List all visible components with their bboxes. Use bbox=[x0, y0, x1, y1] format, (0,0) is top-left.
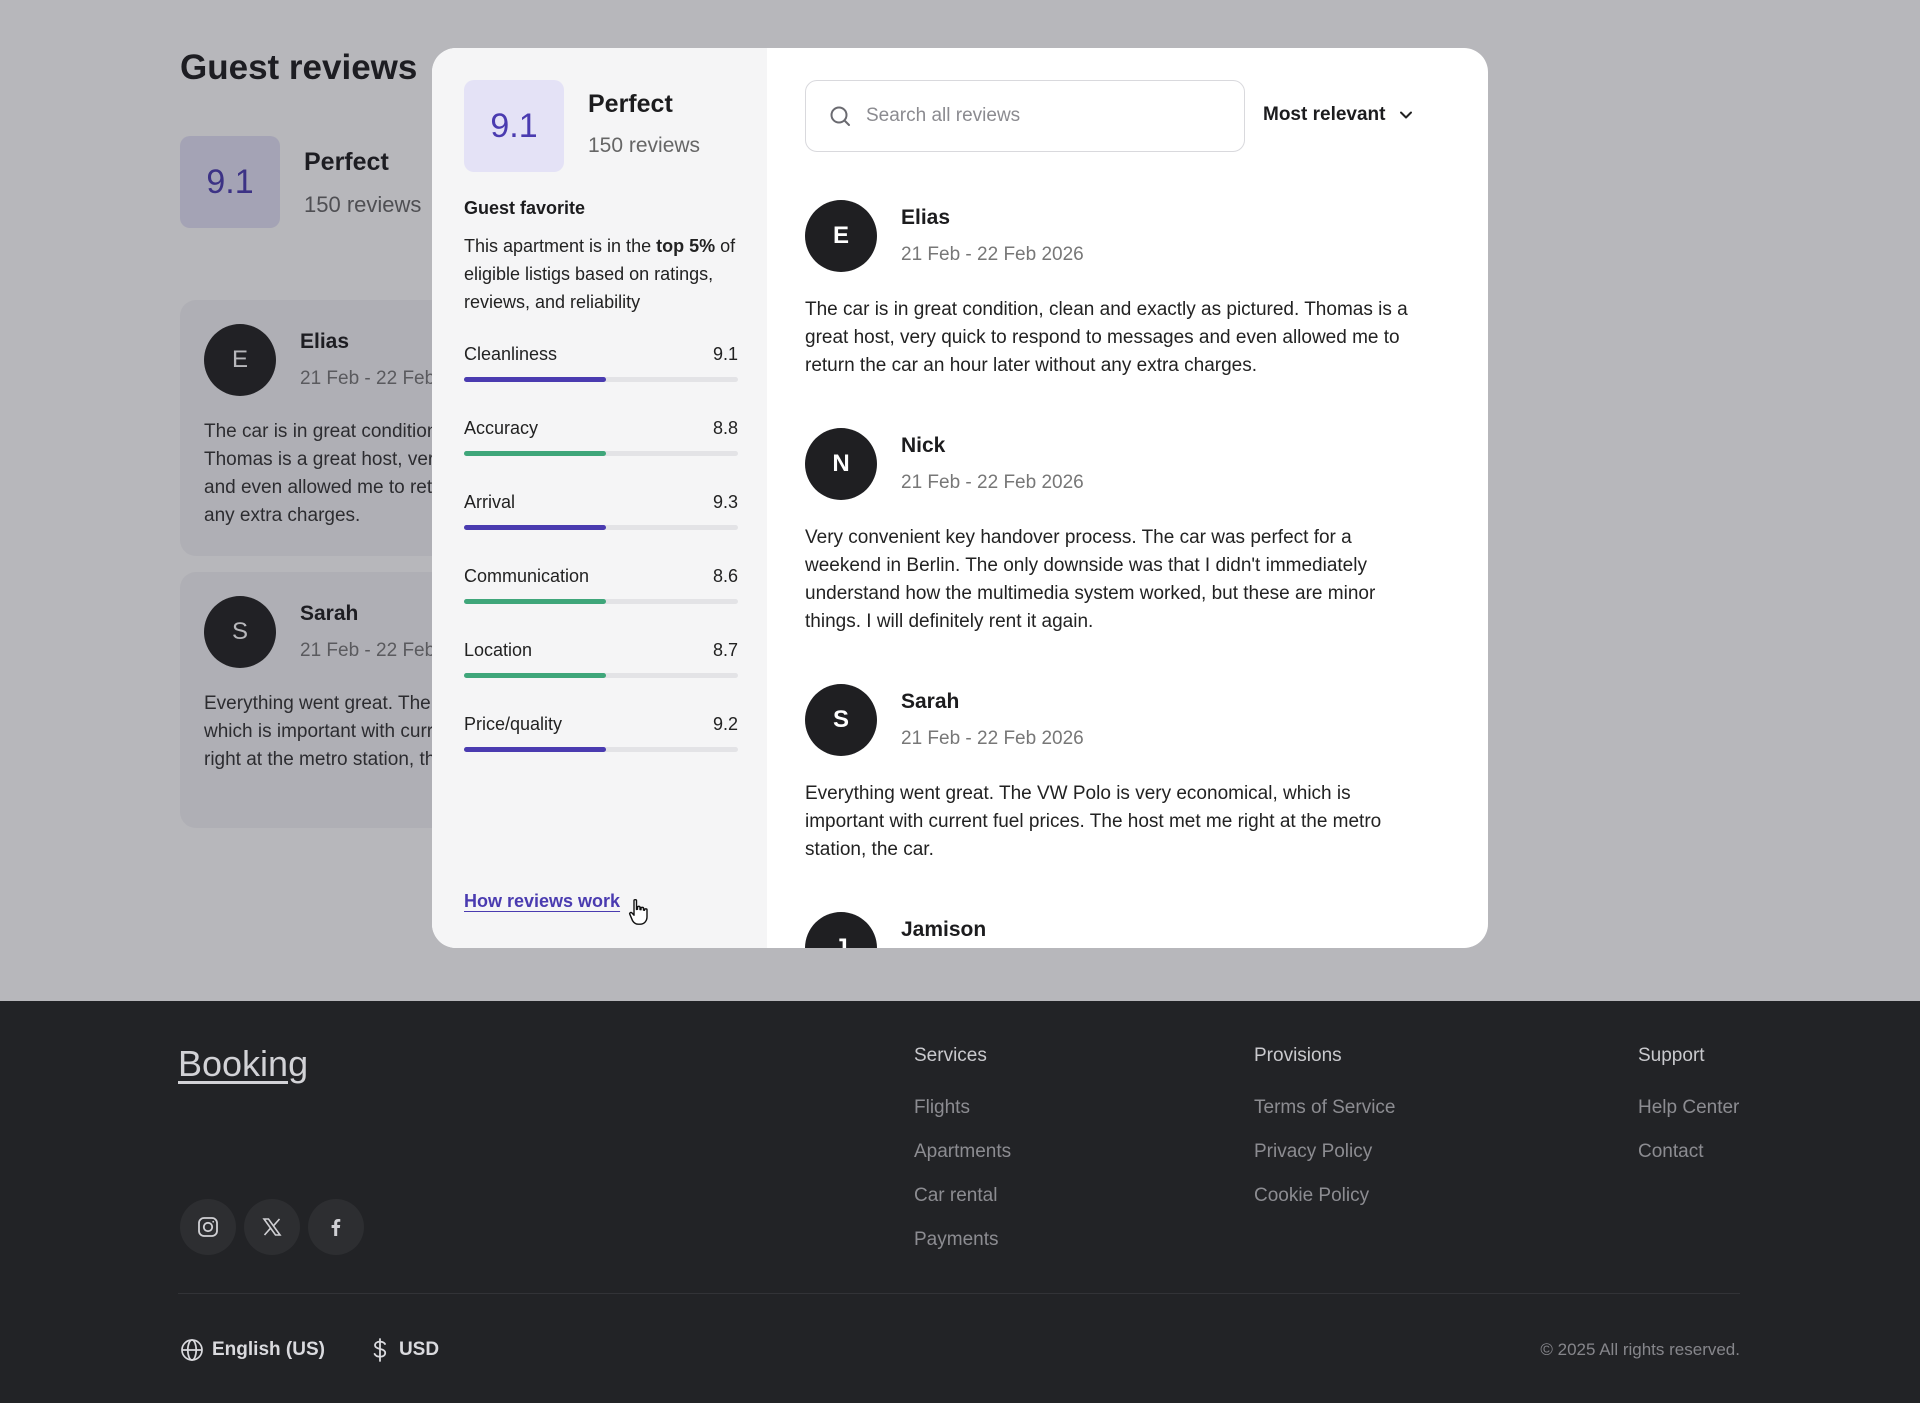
rating-bar bbox=[464, 451, 738, 456]
rating-label: Perfect bbox=[588, 90, 673, 118]
rating-value: 8.6 bbox=[712, 566, 738, 586]
rating-bar-fill bbox=[464, 525, 607, 530]
footer-column-provisions: Provisions Terms of Service Privacy Poli… bbox=[1254, 1045, 1395, 1229]
copyright: © 2025 All rights reserved. bbox=[1540, 1340, 1740, 1359]
footer-heading: Provisions bbox=[1254, 1045, 1342, 1066]
rating-value: 9.1 bbox=[712, 344, 738, 364]
guest-favorite-description: This apartment is in the top 5% of eligi… bbox=[464, 236, 736, 312]
language-selector[interactable]: English (US) bbox=[180, 1338, 325, 1362]
review-text: Everything went great. The VW Polo is ve… bbox=[805, 783, 1382, 860]
rating-row: Communication 8.6 bbox=[464, 566, 738, 640]
currency-label: USD bbox=[398, 1339, 440, 1360]
instagram-button[interactable] bbox=[180, 1199, 236, 1255]
footer-link[interactable]: Contact bbox=[1638, 1141, 1739, 1165]
how-reviews-work-link[interactable]: How reviews work bbox=[464, 891, 620, 912]
logo[interactable]: Booking bbox=[178, 1043, 308, 1085]
avatar: E bbox=[805, 200, 877, 272]
review-text: Very convenient key handover process. Th… bbox=[805, 527, 1376, 632]
rating-category: Communication bbox=[464, 566, 590, 586]
footer-column-support: Support Help Center Contact bbox=[1638, 1045, 1739, 1185]
rating-value: 9.2 bbox=[712, 714, 738, 734]
footer-heading: Services bbox=[914, 1045, 987, 1066]
locale-settings: English (US) USD bbox=[180, 1338, 439, 1362]
score-badge: 9.1 bbox=[464, 80, 564, 172]
rating-bar bbox=[464, 377, 738, 382]
avatar: N bbox=[805, 428, 877, 500]
rating-row: Location 8.7 bbox=[464, 640, 738, 714]
instagram-icon bbox=[198, 1217, 218, 1237]
language-label: English (US) bbox=[212, 1339, 325, 1360]
rating-bar-fill bbox=[464, 599, 607, 604]
sort-label: Most relevant bbox=[1263, 104, 1386, 125]
reviews-pane: Most relevant E Elias 21 Feb - 22 Feb 20… bbox=[767, 48, 1488, 948]
avatar: S bbox=[805, 684, 877, 756]
rating-value: 8.8 bbox=[712, 418, 738, 438]
rating-bar bbox=[464, 747, 738, 752]
rating-bar-fill bbox=[464, 451, 607, 456]
footer-link[interactable]: Cookie Policy bbox=[1254, 1185, 1395, 1209]
reviewer-name: Elias bbox=[901, 206, 951, 229]
chevron-down-icon bbox=[1400, 111, 1413, 119]
rating-bar-fill bbox=[464, 673, 607, 678]
globe-icon bbox=[181, 1339, 203, 1361]
rating-row: Price/quality 9.2 bbox=[464, 714, 738, 788]
review-date: 21 Feb - 22 Feb 2026 bbox=[901, 728, 1084, 749]
dollar-icon bbox=[373, 1338, 387, 1362]
avatar: J bbox=[805, 912, 877, 948]
rating-category: Price/quality bbox=[464, 714, 563, 734]
social-links bbox=[180, 1199, 364, 1255]
pointer-cursor-icon bbox=[628, 898, 648, 925]
footer-link[interactable]: Payments bbox=[914, 1229, 1011, 1253]
footer-link[interactable]: Apartments bbox=[914, 1141, 1011, 1165]
review-text: The car is in great condition, clean and… bbox=[805, 299, 1408, 376]
rating-category: Location bbox=[464, 640, 533, 660]
rating-category: Accuracy bbox=[464, 418, 539, 438]
rating-bar bbox=[464, 599, 738, 604]
reviewer-name: Nick bbox=[901, 434, 946, 457]
rating-category: Arrival bbox=[464, 492, 516, 512]
guest-favorite-title: Guest favorite bbox=[464, 198, 586, 218]
footer: Booking Services Flights Apartments Car … bbox=[0, 1001, 1920, 1403]
review-date: 21 Feb - 22 Feb 2026 bbox=[901, 472, 1084, 493]
reviewer-name: Sarah bbox=[901, 690, 960, 713]
footer-column-services: Services Flights Apartments Car rental P… bbox=[914, 1045, 1011, 1273]
search-input[interactable] bbox=[866, 105, 1226, 127]
rating-value: 9.3 bbox=[712, 492, 738, 512]
sort-dropdown[interactable]: Most relevant bbox=[1263, 104, 1415, 126]
review-count: 150 reviews bbox=[588, 134, 701, 157]
facebook-button[interactable] bbox=[308, 1199, 364, 1255]
reviews-list[interactable]: E Elias 21 Feb - 22 Feb 2026 The car is … bbox=[805, 200, 1427, 948]
reviewer-name: Jamison bbox=[901, 918, 987, 941]
reviews-modal: 9.1 Perfect 150 reviews Guest favorite T… bbox=[432, 48, 1488, 948]
footer-heading: Support bbox=[1638, 1045, 1705, 1066]
footer-divider bbox=[178, 1293, 1740, 1294]
rating-value: 8.7 bbox=[712, 640, 738, 660]
footer-link[interactable]: Privacy Policy bbox=[1254, 1141, 1395, 1165]
footer-link[interactable]: Car rental bbox=[914, 1185, 1011, 1209]
x-button[interactable] bbox=[244, 1199, 300, 1255]
category-ratings: Cleanliness 9.1 Accuracy 8.8 Arrival 9.3… bbox=[464, 344, 738, 788]
rating-category: Cleanliness bbox=[464, 344, 558, 364]
rating-summary-panel: 9.1 Perfect 150 reviews Guest favorite T… bbox=[432, 48, 767, 948]
rating-bar-fill bbox=[464, 377, 607, 382]
search-icon bbox=[828, 104, 852, 128]
rating-bar-fill bbox=[464, 747, 607, 752]
footer-link[interactable]: Help Center bbox=[1638, 1097, 1739, 1121]
review-date: 21 Feb - 22 Feb 2026 bbox=[901, 244, 1084, 265]
rating-bar bbox=[464, 525, 738, 530]
footer-link[interactable]: Flights bbox=[914, 1097, 1011, 1121]
footer-link[interactable]: Terms of Service bbox=[1254, 1097, 1395, 1121]
rating-row: Accuracy 8.8 bbox=[464, 418, 738, 492]
currency-selector[interactable]: USD bbox=[369, 1338, 439, 1362]
search-box[interactable] bbox=[805, 80, 1245, 152]
facebook-icon bbox=[331, 1219, 341, 1236]
x-icon bbox=[262, 1218, 282, 1236]
rating-bar bbox=[464, 673, 738, 678]
rating-row: Arrival 9.3 bbox=[464, 492, 738, 566]
rating-row: Cleanliness 9.1 bbox=[464, 344, 738, 418]
